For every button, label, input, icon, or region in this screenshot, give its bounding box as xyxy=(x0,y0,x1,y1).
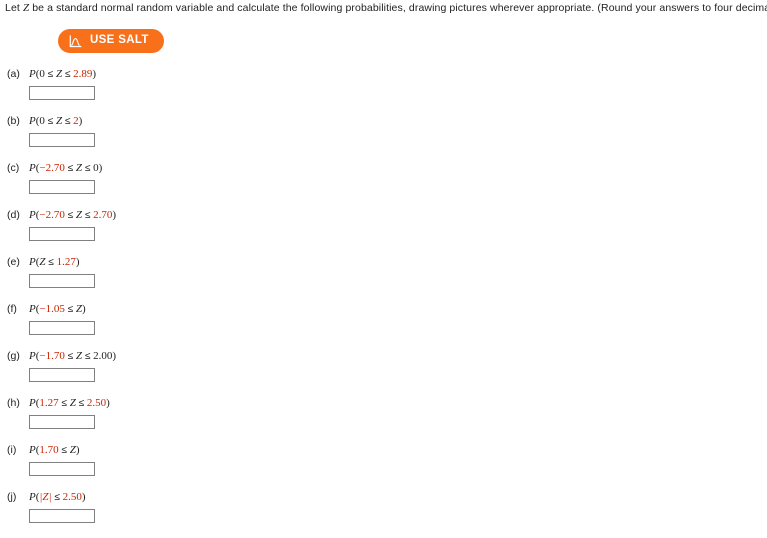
expression-token: ≤ xyxy=(62,116,74,127)
answer-input[interactable] xyxy=(29,509,95,523)
expression-token: −1.05 xyxy=(39,303,65,315)
expression-token: ) xyxy=(112,209,117,221)
question-item: (j) P(|Z| ≤ 2.50) xyxy=(0,491,767,538)
question-item: (h) P(1.27 ≤ Z ≤ 2.50) xyxy=(0,397,767,444)
question-item: (g) P(−1.70 ≤ Z ≤ 2.00) xyxy=(0,350,767,397)
expression-token: P xyxy=(29,491,36,503)
question-item: (f) P(−1.05 ≤ Z) xyxy=(0,303,767,350)
normal-distribution-chart-icon xyxy=(69,34,82,48)
expression-token: ) xyxy=(75,256,80,268)
expression-token: P xyxy=(29,209,36,221)
expression-token: ≤ xyxy=(58,398,70,409)
expression-token: ) xyxy=(75,444,80,456)
expression-token: ≤ xyxy=(51,492,63,503)
question-label: (b) xyxy=(7,115,20,127)
question-item: (i) P(1.70 ≤ Z) xyxy=(0,444,767,491)
expression-token: P xyxy=(29,68,36,80)
expression-token: ≤ xyxy=(82,210,94,221)
question-label: (g) xyxy=(7,350,20,362)
question-item: (c) P(−2.70 ≤ Z ≤ 0) xyxy=(0,162,767,209)
expression-token: ≤ xyxy=(82,351,94,362)
question-label: (a) xyxy=(7,68,20,80)
expression-token: ) xyxy=(112,350,117,362)
use-salt-button[interactable]: USE SALT xyxy=(58,29,164,53)
prompt-text-after: be a standard normal random variable and… xyxy=(29,2,767,14)
expression-token: −1.70 xyxy=(39,350,65,362)
answer-input[interactable] xyxy=(29,368,95,382)
answer-input[interactable] xyxy=(29,415,95,429)
probability-expression: P(0 ≤ Z ≤ 2) xyxy=(29,115,82,128)
expression-token: ≤ xyxy=(58,445,70,456)
answer-input[interactable] xyxy=(29,462,95,476)
probability-expression: P(|Z| ≤ 2.50) xyxy=(29,491,86,504)
expression-token: ≤ xyxy=(45,257,57,268)
expression-token: 1.27 xyxy=(39,397,59,409)
expression-token: ≤ xyxy=(64,163,76,174)
answer-input[interactable] xyxy=(29,133,95,147)
use-salt-label: USE SALT xyxy=(90,34,149,47)
expression-token: ≤ xyxy=(64,351,76,362)
probability-expression: P(−2.70 ≤ Z ≤ 2.70) xyxy=(29,209,116,222)
expression-token: ) xyxy=(92,68,97,80)
expression-token: P xyxy=(29,303,36,315)
question-label: (i) xyxy=(7,444,17,456)
question-label: (f) xyxy=(7,303,17,315)
expression-token: P xyxy=(29,115,36,127)
expression-token: ≤ xyxy=(62,69,74,80)
expression-token: −2.70 xyxy=(39,162,65,174)
expression-token: P xyxy=(29,256,36,268)
question-item: (a) P(0 ≤ Z ≤ 2.89) xyxy=(0,68,767,115)
probability-expression: P(Z ≤ 1.27) xyxy=(29,256,80,269)
expression-token: ≤ xyxy=(64,304,76,315)
answer-input[interactable] xyxy=(29,86,95,100)
expression-token: 2.70 xyxy=(93,209,113,221)
problem-statement: Let Z be a standard normal random variab… xyxy=(5,2,767,15)
expression-token: 2.50 xyxy=(62,491,82,503)
probability-expression: P(−1.05 ≤ Z) xyxy=(29,303,86,316)
question-label: (h) xyxy=(7,397,20,409)
question-item: (e) P(Z ≤ 1.27) xyxy=(0,256,767,303)
question-label: (d) xyxy=(7,209,20,221)
expression-token: ) xyxy=(81,491,86,503)
expression-token: P xyxy=(29,162,36,174)
expression-token: ) xyxy=(106,397,110,409)
expression-token: P xyxy=(29,350,36,362)
expression-token: ≤ xyxy=(64,210,76,221)
question-item: (d) P(−2.70 ≤ Z ≤ 2.70) xyxy=(0,209,767,256)
expression-token: −2.70 xyxy=(39,209,65,221)
question-label: (c) xyxy=(7,162,20,174)
question-item: (b) P(0 ≤ Z ≤ 2) xyxy=(0,115,767,162)
question-label: (j) xyxy=(7,491,17,503)
question-list: (a) P(0 ≤ Z ≤ 2.89) (b) P(0 ≤ Z ≤ 2) (c) P(−2… xyxy=(0,68,767,538)
prompt-text-before: Let xyxy=(5,2,23,14)
expression-token: ≤ xyxy=(75,398,87,409)
probability-expression: P(0 ≤ Z ≤ 2.89) xyxy=(29,68,96,81)
answer-input[interactable] xyxy=(29,321,95,335)
expression-token: 1.70 xyxy=(39,444,59,456)
expression-token: 2.50 xyxy=(86,397,107,409)
expression-token: P xyxy=(29,444,36,456)
answer-input[interactable] xyxy=(29,180,95,194)
probability-expression: P(−1.70 ≤ Z ≤ 2.00) xyxy=(29,350,116,363)
expression-token: ) xyxy=(98,162,103,174)
expression-token: ≤ xyxy=(44,116,56,127)
answer-input[interactable] xyxy=(29,274,95,288)
answer-input[interactable] xyxy=(29,227,95,241)
question-label: (e) xyxy=(7,256,20,268)
expression-token: P xyxy=(29,397,36,409)
probability-expression: P(1.70 ≤ Z) xyxy=(29,444,80,457)
probability-expression: P(−2.70 ≤ Z ≤ 0) xyxy=(29,162,102,175)
expression-token: 1.27 xyxy=(56,256,76,268)
expression-token: ≤ xyxy=(44,69,56,80)
expression-token: ≤ xyxy=(82,163,94,174)
expression-token: 2.89 xyxy=(73,68,93,80)
expression-token: 2.00 xyxy=(93,350,113,362)
expression-token: ) xyxy=(78,115,83,127)
probability-expression: P(1.27 ≤ Z ≤ 2.50) xyxy=(29,397,110,410)
expression-token: ) xyxy=(82,303,86,315)
expression-token: |Z| xyxy=(39,491,52,503)
